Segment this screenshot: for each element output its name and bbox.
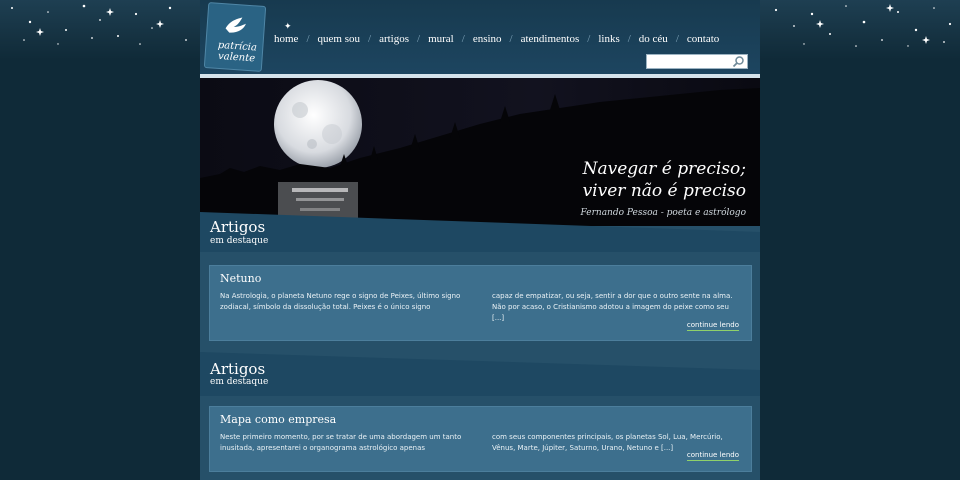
site-logo[interactable]: patrícia valente (203, 2, 267, 72)
continue-reading-link[interactable]: continue lendo (686, 321, 739, 331)
article-card: Mapa como empresa Neste primeiro momento… (209, 406, 752, 472)
section-subtitle: em destaque (210, 236, 269, 246)
nav-separator: / (306, 33, 310, 45)
search-input[interactable] (647, 61, 735, 75)
logo-text: patrícia valente (211, 39, 262, 65)
page-container: patrícia valente ✦ home / quem sou / art… (200, 0, 760, 480)
nav-do-ceu[interactable]: do céu (635, 33, 672, 45)
continue-reading-link[interactable]: continue lendo (686, 451, 739, 461)
nav-mural[interactable]: mural (424, 33, 458, 45)
nav-ensino[interactable]: ensino (469, 33, 506, 45)
dove-icon (225, 17, 246, 33)
section-header-bg (200, 352, 760, 396)
nav-separator: / (417, 33, 421, 45)
site-header: patrícia valente ✦ home / quem sou / art… (200, 0, 760, 75)
nav-contato[interactable]: contato (683, 33, 723, 45)
nav-separator: / (587, 33, 591, 45)
nav-quem-sou[interactable]: quem sou (314, 33, 364, 45)
nav-artigos[interactable]: artigos (375, 33, 413, 45)
nav-separator: / (627, 33, 631, 45)
section-header-bg (200, 212, 760, 252)
hero-banner: Navegar é preciso; viver não é preciso F… (200, 78, 760, 226)
main-nav: home / quem sou / artigos / mural / ensi… (270, 30, 723, 48)
article-excerpt-col1: Neste primeiro momento, por se tratar de… (220, 433, 462, 452)
quote-line2: viver não é preciso (582, 181, 746, 201)
article-card: Netuno Na Astrologia, o planeta Netuno r… (209, 265, 752, 341)
section-subtitle: em destaque (210, 377, 269, 387)
quote-line1: Navegar é preciso; (582, 159, 746, 179)
search-box (646, 54, 748, 75)
section-title: Artigos (210, 218, 266, 236)
logo-line2: valente (217, 50, 256, 65)
nav-separator: / (461, 33, 465, 45)
search-icon[interactable] (732, 55, 745, 68)
article-excerpt-col2: capaz de empatizar, ou seja, sentir a do… (492, 292, 733, 322)
nav-separator: / (675, 33, 679, 45)
article-excerpt-col1: Na Astrologia, o planeta Netuno rege o s… (220, 292, 461, 311)
nav-atendimentos[interactable]: atendimentos (517, 33, 584, 45)
nav-separator: / (368, 33, 372, 45)
nav-separator: / (509, 33, 513, 45)
nav-home[interactable]: home (270, 33, 302, 45)
section-title: Artigos (210, 360, 266, 378)
article-title[interactable]: Mapa como empresa (220, 413, 336, 426)
moon-lake-illustration (200, 78, 760, 226)
nav-links[interactable]: links (594, 33, 623, 45)
banner-quote: Navegar é preciso; viver não é preciso (583, 158, 746, 202)
article-title[interactable]: Netuno (220, 272, 261, 285)
